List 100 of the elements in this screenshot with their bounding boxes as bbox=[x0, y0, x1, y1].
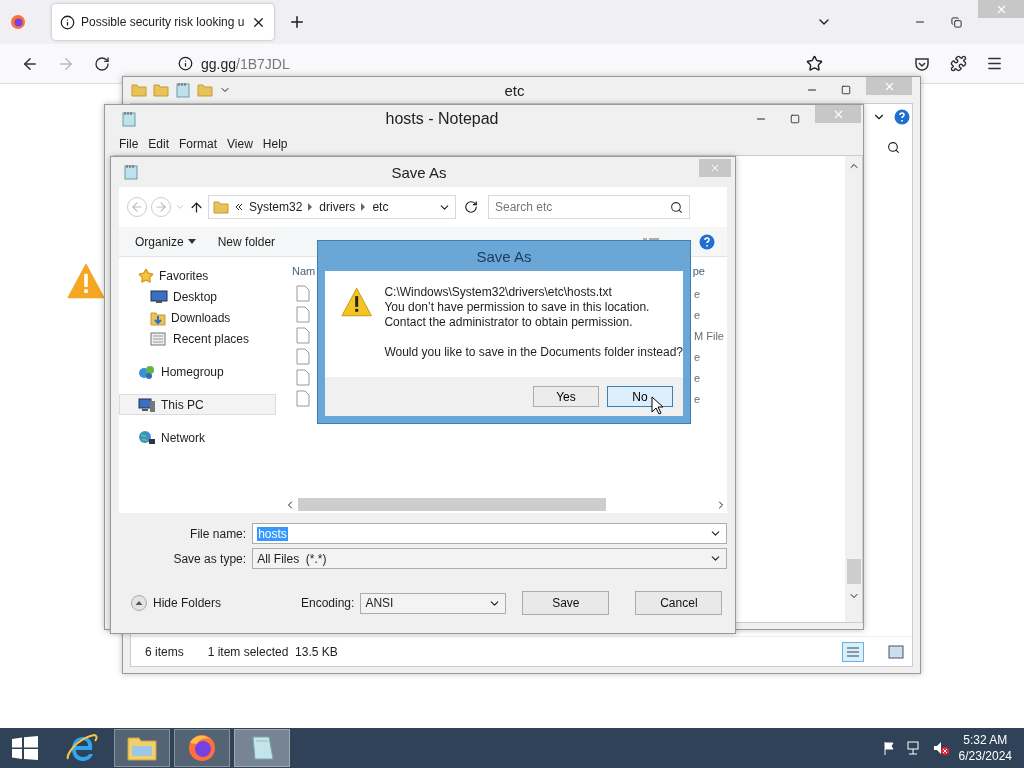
breadcrumb-item[interactable]: etc bbox=[372, 200, 389, 214]
dialog-button[interactable]: Yes bbox=[533, 386, 599, 407]
vertical-scrollbar[interactable] bbox=[845, 156, 862, 622]
nav-item[interactable]: Favorites bbox=[119, 265, 276, 286]
nav-item[interactable]: Downloads bbox=[119, 307, 276, 328]
nav-item[interactable]: Recent places bbox=[119, 328, 276, 349]
organize-menu[interactable]: Organize bbox=[135, 234, 196, 249]
file-type-text: e bbox=[694, 287, 702, 300]
folder-icon bbox=[126, 734, 158, 762]
file-icon bbox=[296, 348, 310, 365]
breadcrumb-item[interactable]: System32 bbox=[249, 200, 303, 214]
menu-item[interactable]: View bbox=[223, 137, 259, 151]
pocket-icon[interactable] bbox=[914, 55, 930, 72]
notepad-icon bbox=[121, 111, 137, 127]
nav-item[interactable]: Homegroup bbox=[119, 361, 276, 382]
menu-icon[interactable] bbox=[985, 55, 1003, 72]
browser-icon bbox=[66, 733, 98, 763]
message-text: C:\Windows\System32\drivers\etc\hosts.txt bbox=[384, 285, 613, 300]
browser-logo-icon bbox=[187, 733, 217, 763]
extensions-icon[interactable] bbox=[949, 55, 967, 72]
bookmark-star-icon[interactable] bbox=[806, 55, 823, 72]
double-chevron-icon[interactable] bbox=[235, 203, 243, 211]
file-icon bbox=[296, 285, 310, 302]
hide-folders-button[interactable]: Hide Folders bbox=[131, 595, 301, 611]
file-type-text: e bbox=[694, 350, 702, 363]
restore-icon[interactable] bbox=[950, 16, 962, 28]
help-icon[interactable] bbox=[894, 109, 910, 125]
dialog-button[interactable]: Save bbox=[522, 591, 610, 615]
nav-item[interactable]: Network bbox=[119, 427, 276, 448]
flag-icon[interactable] bbox=[882, 741, 897, 755]
menu-item[interactable]: Help bbox=[258, 137, 294, 151]
field-label: File name: bbox=[189, 526, 247, 541]
file-icon bbox=[296, 369, 310, 386]
column-header[interactable]: Nam bbox=[292, 265, 316, 277]
menu-item[interactable]: Edit bbox=[144, 137, 176, 151]
refresh-icon[interactable] bbox=[464, 200, 478, 214]
new-folder-button[interactable]: New folder bbox=[217, 234, 276, 249]
maximize-icon[interactable] bbox=[841, 85, 851, 95]
network-icon bbox=[138, 429, 156, 446]
taskbar-app[interactable] bbox=[234, 729, 290, 767]
warning-icon bbox=[341, 287, 373, 317]
start-button[interactable] bbox=[12, 736, 38, 760]
search-icon[interactable] bbox=[670, 200, 683, 214]
recent-places-icon bbox=[150, 330, 168, 347]
dialog-button[interactable]: No bbox=[607, 386, 673, 407]
status-text: 6 items bbox=[145, 644, 184, 659]
details-view-icon[interactable] bbox=[842, 641, 864, 662]
status-text: 1 item selected 13.5 KB bbox=[207, 644, 338, 659]
reload-icon[interactable] bbox=[94, 55, 110, 72]
search-icon[interactable] bbox=[887, 140, 900, 154]
collapse-icon bbox=[131, 595, 147, 611]
new-tab-icon[interactable] bbox=[288, 13, 306, 31]
file-icon bbox=[296, 327, 310, 344]
computer-icon bbox=[138, 396, 156, 413]
mouse-pointer-icon bbox=[651, 396, 663, 415]
scrollbar-thumb[interactable] bbox=[298, 498, 606, 511]
help-icon[interactable] bbox=[699, 233, 715, 250]
dialog-title: Save As bbox=[475, 246, 533, 267]
file-type-text: e bbox=[694, 308, 702, 321]
breadcrumb-item[interactable]: drivers bbox=[319, 200, 356, 214]
file-type-dropdown[interactable]: All Files (*.*) bbox=[252, 548, 727, 569]
file-icon bbox=[296, 390, 310, 407]
file-type-text: e bbox=[694, 371, 702, 384]
homegroup-icon bbox=[138, 363, 156, 380]
dialog-button[interactable]: Cancel bbox=[635, 591, 723, 615]
taskbar-app[interactable] bbox=[174, 729, 230, 767]
breadcrumb-arrow-icon[interactable] bbox=[361, 203, 367, 211]
search-field[interactable]: Search etc bbox=[488, 195, 690, 219]
field-label: Encoding: bbox=[301, 596, 355, 610]
address-bar[interactable]: System32 drivers etc bbox=[208, 195, 456, 219]
menu-item[interactable]: Format bbox=[175, 137, 224, 151]
nav-item[interactable]: This PC bbox=[119, 394, 276, 415]
notepad-icon bbox=[123, 164, 139, 180]
caret-icon bbox=[187, 239, 196, 244]
maximize-icon[interactable] bbox=[790, 114, 800, 124]
clock-date[interactable]: 6/23/2024 bbox=[958, 748, 1012, 764]
star-icon bbox=[138, 267, 154, 284]
info-icon bbox=[60, 14, 75, 30]
message-text: Would you like to save in the Documents folder instead? bbox=[384, 345, 683, 360]
warning-icon bbox=[67, 263, 105, 299]
thumbnail-view-icon[interactable] bbox=[888, 644, 904, 659]
clock-time[interactable]: 5:32 AM bbox=[963, 732, 1008, 748]
message-text: Contact the administrator to obtain permission. bbox=[384, 315, 634, 330]
notepad-icon bbox=[175, 82, 191, 98]
taskbar-app[interactable] bbox=[114, 729, 170, 767]
download-folder-icon bbox=[150, 309, 166, 326]
nav-item[interactable]: Desktop bbox=[119, 286, 276, 307]
scrollbar-thumb[interactable] bbox=[846, 559, 861, 584]
column-header[interactable]: pe bbox=[692, 265, 705, 277]
browser-logo-icon bbox=[10, 14, 26, 30]
browser-tab[interactable]: Possible security risk looking u bbox=[52, 4, 274, 40]
file-icon bbox=[296, 306, 310, 323]
folder-icon[interactable] bbox=[213, 200, 229, 214]
muted-speaker-icon[interactable] bbox=[932, 741, 949, 755]
message-text: You don’t have permission to save in this location. bbox=[384, 300, 651, 315]
breadcrumb-arrow-icon[interactable] bbox=[308, 203, 314, 211]
encoding-dropdown[interactable]: ANSI bbox=[360, 592, 507, 614]
monitor-icon bbox=[150, 289, 168, 304]
up-icon[interactable] bbox=[189, 199, 204, 215]
file-type-text: M File bbox=[694, 329, 725, 342]
